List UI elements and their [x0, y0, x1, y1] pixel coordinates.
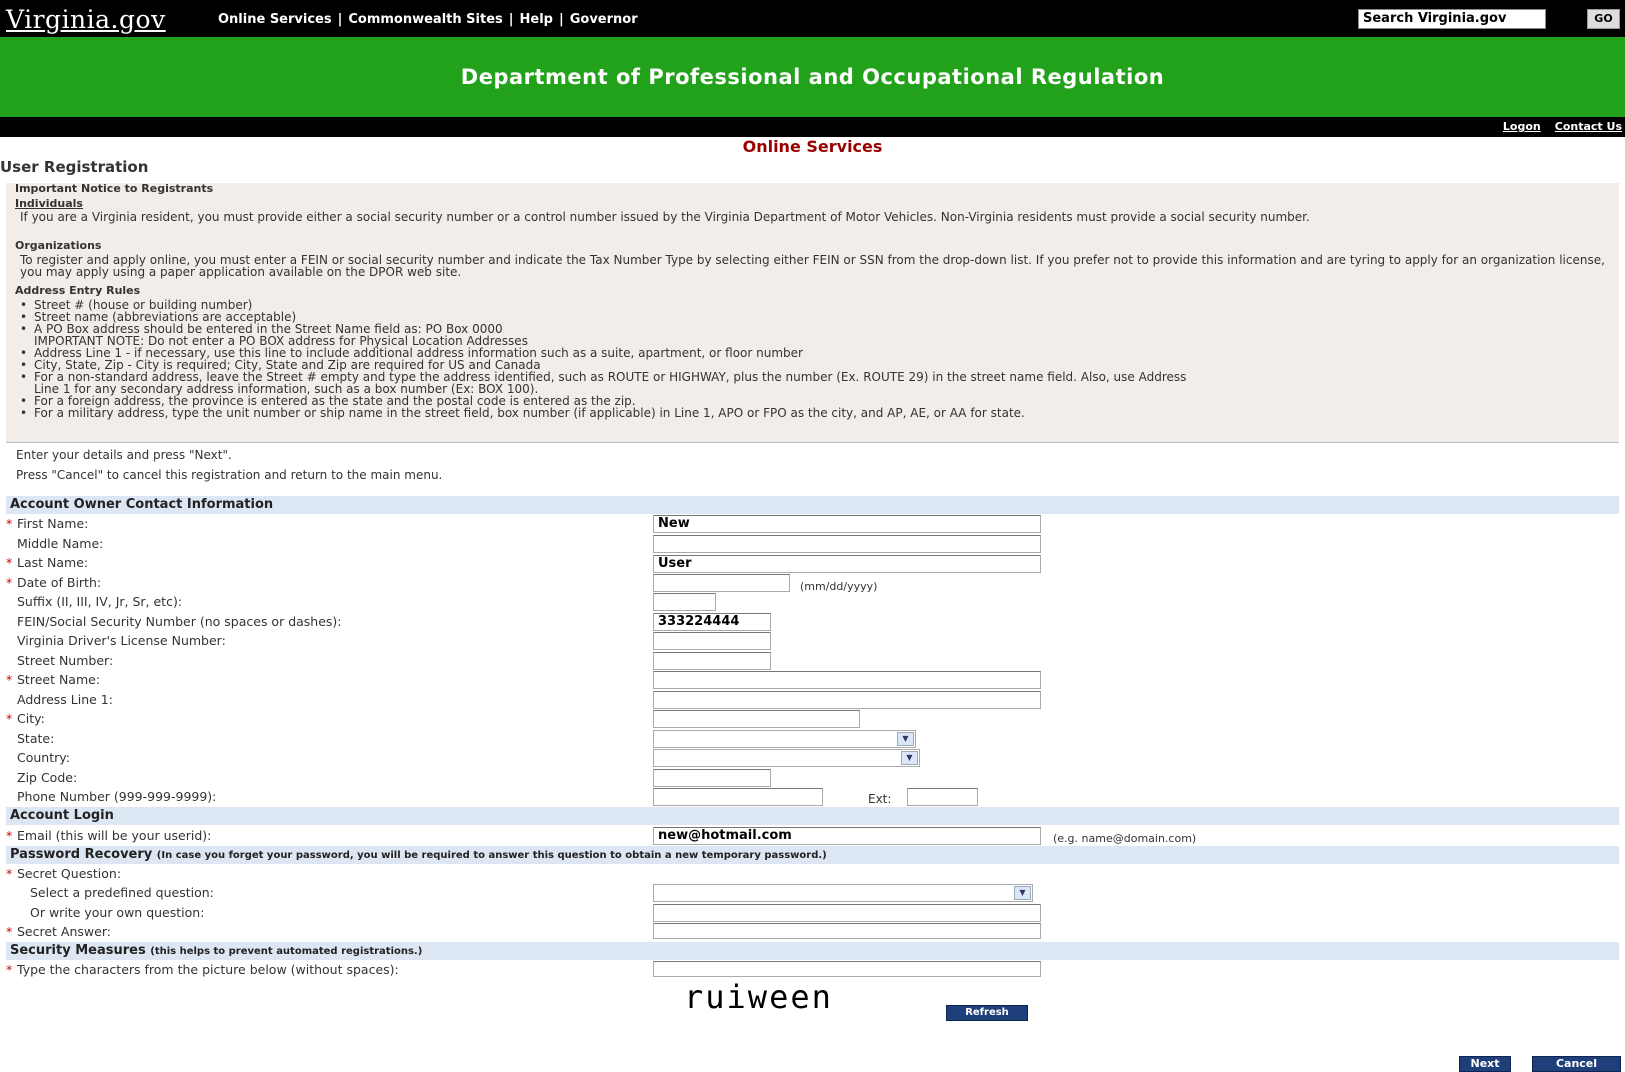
middle-name-field[interactable]	[653, 535, 1041, 553]
notice-heading: Important Notice to Registrants	[15, 182, 214, 195]
nav-online-services[interactable]: Online Services	[218, 12, 332, 27]
captcha-image: ruiween	[684, 978, 833, 1016]
state-select[interactable]: ▼	[653, 730, 916, 748]
list-item: • For a military address, type the unit n…	[20, 406, 1025, 420]
dob-field[interactable]	[653, 574, 790, 592]
account-login-heading: Account Login	[6, 807, 1619, 825]
next-button[interactable]: Next	[1459, 1056, 1511, 1072]
section-title: Online Services	[742, 137, 883, 156]
refresh-captcha-button[interactable]: Refresh	[946, 1005, 1028, 1021]
fein-label: FEIN/Social Security Number (no spaces o…	[17, 614, 342, 629]
predefined-question-label: Select a predefined question:	[30, 885, 214, 900]
state-label: State:	[17, 731, 55, 746]
middle-name-label: Middle Name:	[17, 536, 104, 551]
address-rules-list: • Street # (house or building number) • St…	[20, 299, 1186, 419]
zip-label: Zip Code:	[17, 770, 78, 785]
nav-commonwealth-sites[interactable]: Commonwealth Sites	[348, 12, 502, 27]
page-title: User Registration	[0, 158, 149, 176]
last-name-field[interactable]: User	[653, 555, 1041, 573]
address-line1-field[interactable]	[653, 691, 1041, 709]
predefined-question-select[interactable]: ▼	[653, 884, 1033, 902]
phone-label: Phone Number (999-999-9999):	[17, 789, 217, 804]
cancel-button[interactable]: Cancel	[1532, 1056, 1621, 1072]
own-question-field[interactable]	[653, 904, 1041, 922]
street-number-label: Street Number:	[17, 653, 114, 668]
address-rules-heading: Address Entry Rules	[15, 284, 141, 297]
country-label: Country:	[17, 750, 70, 765]
city-field[interactable]	[653, 710, 860, 728]
own-question-label: Or write your own question:	[30, 905, 205, 920]
organizations-text: To register and apply online, you must e…	[20, 253, 1605, 279]
last-name-label: * Last Name:	[6, 555, 89, 570]
security-measures-heading: Security Measures (this helps to prevent…	[6, 942, 1619, 960]
street-number-field[interactable]	[653, 652, 771, 670]
fein-ssn-field[interactable]: 333224444	[653, 613, 771, 631]
password-recovery-heading: Password Recovery (In case you forget yo…	[6, 846, 1619, 864]
chevron-down-icon[interactable]: ▼	[897, 732, 914, 746]
address-line1-label: Address Line 1:	[17, 692, 113, 707]
search-input[interactable]: Search Virginia.gov	[1358, 9, 1546, 29]
phone-field[interactable]	[653, 788, 823, 806]
captcha-field[interactable]	[653, 961, 1041, 977]
country-select[interactable]: ▼	[653, 749, 920, 767]
email-label: * Email (this will be your userid):	[6, 828, 212, 843]
instruction-cancel: Press "Cancel" to cancel this registrati…	[16, 468, 443, 482]
organizations-heading: Organizations	[15, 239, 102, 252]
first-name-label: * First Name:	[6, 516, 89, 531]
go-button[interactable]: GO	[1587, 9, 1620, 29]
contact-us-link[interactable]: Contact Us	[1555, 120, 1622, 133]
registrant-notice: Important Notice to Registrants Individu…	[6, 182, 1619, 443]
secret-answer-label: * Secret Answer:	[6, 924, 111, 939]
first-name-field[interactable]: New	[653, 515, 1041, 533]
top-bar: Virginia.gov Online Services | Commonwealt…	[0, 0, 1625, 37]
contact-section-heading: Account Owner Contact Information	[6, 496, 1619, 514]
dob-label: * Date of Birth:	[6, 575, 102, 590]
city-label: * City:	[6, 711, 45, 726]
department-banner: Department of Professional and Occupatio…	[0, 37, 1625, 117]
street-name-field[interactable]	[653, 671, 1041, 689]
ext-label: Ext:	[868, 792, 892, 806]
nav-help[interactable]: Help	[520, 12, 553, 27]
department-title: Department of Professional and Occupatio…	[460, 65, 1165, 89]
drivers-license-field[interactable]	[653, 632, 771, 650]
chevron-down-icon[interactable]: ▼	[901, 751, 918, 765]
chevron-down-icon[interactable]: ▼	[1014, 886, 1031, 900]
logon-link[interactable]: Logon	[1503, 120, 1541, 133]
secret-answer-field[interactable]	[653, 923, 1041, 939]
nav-governor[interactable]: Governor	[570, 12, 638, 27]
top-nav: Online Services | Commonwealth Sites | Help |…	[218, 12, 638, 27]
captcha-prompt-label: * Type the characters from the picture be…	[6, 962, 399, 977]
suffix-label: Suffix (II, III, IV, Jr, Sr, etc):	[17, 594, 183, 609]
street-name-label: * Street Name:	[6, 672, 101, 687]
individuals-text: If you are a Virginia resident, you must…	[20, 210, 1310, 224]
email-format-hint: (e.g. name@domain.com)	[1053, 832, 1197, 845]
instruction-next: Enter your details and press "Next".	[16, 448, 232, 462]
dob-format-hint: (mm/dd/yyyy)	[800, 580, 878, 593]
virginia-gov-logo[interactable]: Virginia.gov	[6, 5, 166, 34]
individuals-heading: Individuals	[15, 197, 83, 210]
secret-question-label: * Secret Question:	[6, 866, 122, 881]
email-field[interactable]: new@hotmail.com	[653, 827, 1041, 845]
drivers-license-label: Virginia Driver's License Number:	[17, 633, 226, 648]
utility-strip: Logon Contact Us	[0, 117, 1625, 137]
zip-field[interactable]	[653, 769, 771, 787]
suffix-field[interactable]	[653, 593, 716, 611]
phone-ext-field[interactable]	[907, 788, 978, 806]
